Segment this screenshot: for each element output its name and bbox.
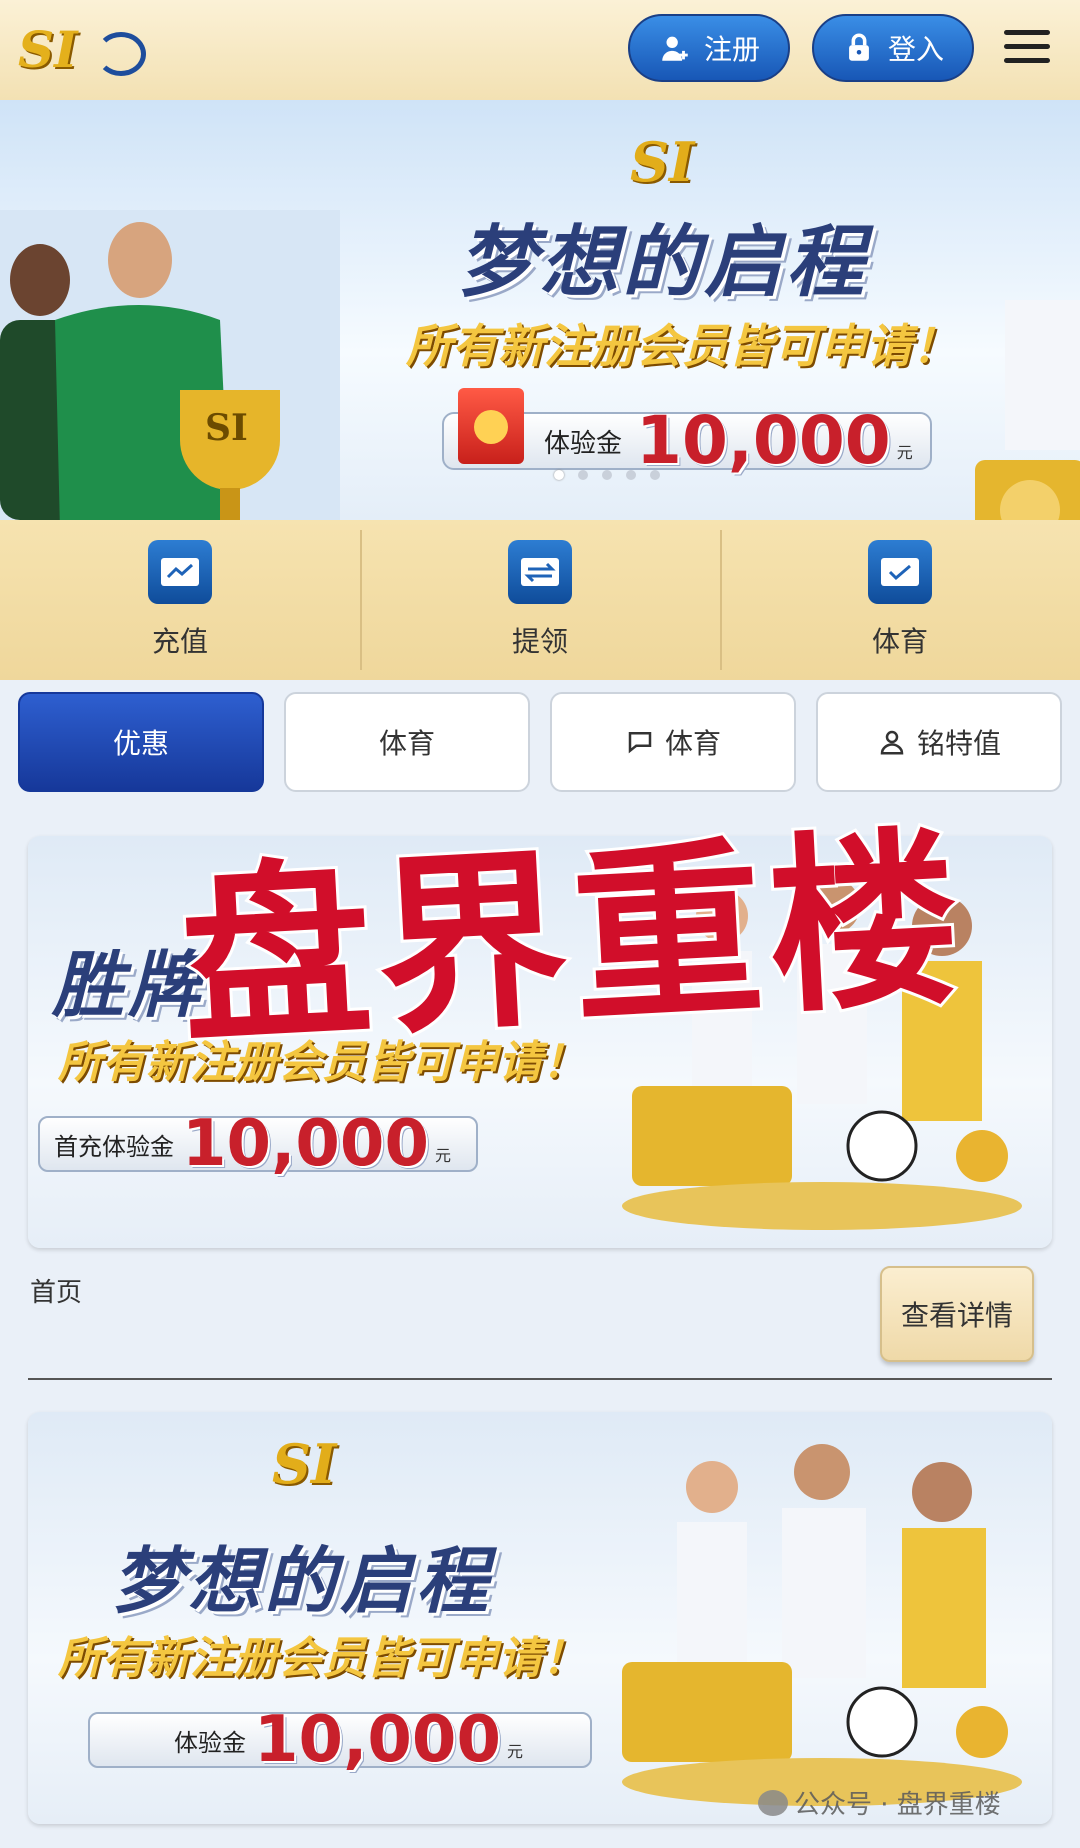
tab-sports[interactable]: 体育 bbox=[284, 692, 530, 792]
site-logo[interactable]: SI bbox=[18, 20, 146, 79]
players-illustration bbox=[622, 1444, 1022, 1806]
wechat-icon bbox=[758, 1789, 788, 1816]
register-button[interactable]: 注册 bbox=[628, 14, 790, 82]
bonus-label: 体验金 bbox=[174, 1728, 246, 1757]
add-user-icon bbox=[662, 36, 688, 61]
tab-promotions[interactable]: 优惠 bbox=[18, 692, 264, 792]
banner-logo: SI bbox=[630, 130, 695, 194]
promo-bonus-pill: 首充体验金 10,000 元 bbox=[38, 1107, 478, 1181]
login-label: 登入 bbox=[887, 33, 944, 66]
user-icon bbox=[880, 730, 904, 755]
lock-icon bbox=[849, 33, 869, 61]
bonus-amount: 10,000 bbox=[182, 1107, 429, 1181]
chat-icon bbox=[628, 732, 652, 754]
bonus-unit: 元 bbox=[896, 443, 913, 462]
sports-action[interactable]: 体育 bbox=[720, 520, 1080, 680]
hero-banner[interactable]: SI SI 梦想的启程 所有新注册会员皆可申请！ 体验金 10,000 元 bbox=[0, 100, 1080, 520]
tab-label: 体育 bbox=[664, 727, 721, 760]
deposit-label: 充值 bbox=[151, 625, 208, 658]
banner-subtitle: 所有新注册会员皆可申请！ bbox=[406, 319, 958, 373]
tab-label: 体育 bbox=[378, 727, 435, 760]
banner-bonus-pill: 体验金 10,000 元 bbox=[442, 388, 932, 479]
svg-text:SI: SI bbox=[205, 407, 248, 449]
bonus-label: 体验金 bbox=[544, 428, 623, 459]
transfer-card-icon bbox=[508, 540, 572, 604]
promo-card[interactable]: SI 梦想的启程 所有新注册会员皆可申请！ 体验金 10,000 元 bbox=[28, 1412, 1052, 1824]
logo-text: SI bbox=[18, 20, 78, 79]
register-label: 注册 bbox=[703, 33, 760, 66]
withdraw-action[interactable]: 提领 bbox=[360, 520, 720, 680]
red-envelope-icon bbox=[458, 388, 524, 464]
tab-label: 铭特值 bbox=[916, 727, 1001, 760]
banner-title: 梦想的启程 bbox=[458, 218, 869, 308]
bonus-unit: 元 bbox=[506, 1742, 523, 1761]
card-icon bbox=[148, 540, 212, 604]
section-divider bbox=[28, 1378, 1052, 1380]
top-header: SI 注册 登入 bbox=[0, 0, 1080, 100]
promo-title: 梦想的启程 bbox=[112, 1539, 493, 1623]
quick-actions-bar: 充值 提领 体育 bbox=[0, 520, 1080, 680]
watermark-footer: 公众号 · 盘界重楼 bbox=[758, 1784, 1001, 1821]
withdraw-label: 提领 bbox=[511, 625, 568, 658]
deposit-action[interactable]: 充值 bbox=[0, 520, 360, 680]
bonus-label: 首充体验金 bbox=[54, 1132, 174, 1161]
carousel-dots[interactable] bbox=[554, 470, 660, 480]
hamburger-menu-icon[interactable] bbox=[1004, 30, 1050, 66]
bonus-unit: 元 bbox=[434, 1146, 451, 1165]
promo-caption: 首页 bbox=[30, 1278, 83, 1308]
promo-logo: SI bbox=[272, 1432, 337, 1496]
promo-bonus-pill: 体验金 10,000 元 bbox=[88, 1703, 592, 1777]
watermark-text: 盘界重楼 bbox=[173, 806, 974, 1074]
bonus-amount: 10,000 bbox=[254, 1703, 501, 1777]
logo-swirl-icon bbox=[96, 32, 146, 76]
watermark-footer-text: 公众号 · 盘界重楼 bbox=[794, 1790, 1001, 1820]
card-check-icon bbox=[868, 540, 932, 604]
tab-label: 优惠 bbox=[112, 727, 169, 760]
trophy-icon: SI bbox=[180, 390, 280, 520]
login-button[interactable]: 登入 bbox=[812, 14, 974, 82]
view-details-button[interactable]: 查看详情 bbox=[880, 1266, 1034, 1362]
sports-label: 体育 bbox=[871, 625, 928, 658]
promo-subtitle: 所有新注册会员皆可申请！ bbox=[58, 1633, 586, 1684]
bonus-amount: 10,000 bbox=[636, 402, 891, 479]
athlete-right-illustration bbox=[975, 300, 1080, 520]
